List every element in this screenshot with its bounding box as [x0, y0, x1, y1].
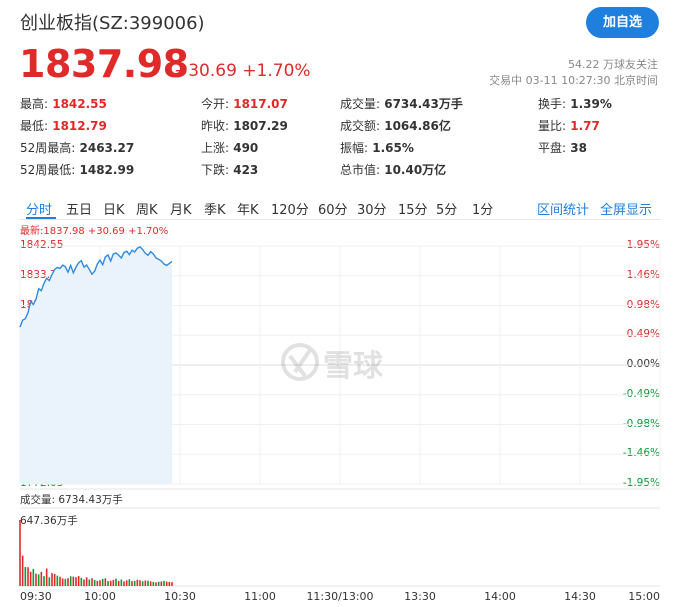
- volume-bar: [75, 577, 77, 586]
- volume-bar: [72, 576, 75, 586]
- svg-text:雪球: 雪球: [323, 349, 384, 384]
- volume-bar: [144, 580, 147, 586]
- volume-bar: [117, 580, 120, 586]
- volume-bar: [171, 582, 173, 586]
- volume-bar: [109, 580, 112, 586]
- x-tick: 15:00: [628, 590, 660, 603]
- x-tick: 09:30: [20, 590, 52, 603]
- volume-bar: [19, 520, 21, 586]
- volume-bar: [157, 581, 160, 586]
- volume-bar: [107, 581, 109, 586]
- volume-label: 成交量: 6734.43万手: [20, 494, 123, 506]
- volume-bar: [93, 580, 96, 586]
- volume-bar: [104, 578, 107, 586]
- volume-bar: [96, 580, 99, 586]
- volume-bar: [152, 581, 155, 586]
- volume-bar: [40, 571, 43, 586]
- volume-bar: [61, 578, 64, 586]
- x-tick: 14:00: [484, 590, 516, 603]
- volume-bar: [160, 581, 163, 586]
- volume-bar: [85, 577, 88, 586]
- x-tick: 14:30: [564, 590, 596, 603]
- volume-bar: [128, 579, 131, 586]
- volume-bar: [163, 580, 165, 586]
- volume-bar: [141, 581, 144, 586]
- intraday-chart: 雪球: [19, 245, 661, 587]
- xueqiu-watermark: 雪球: [281, 343, 384, 384]
- volume-bar: [136, 579, 139, 586]
- volume-bar: [88, 579, 91, 586]
- price-area-fill: [20, 246, 172, 484]
- volume-bar: [64, 578, 67, 586]
- volume-bar: [27, 567, 29, 586]
- volume-bar: [53, 573, 56, 586]
- volume-bar: [165, 581, 168, 586]
- volume-bar: [67, 578, 69, 586]
- x-tick: 11:30/13:00: [306, 590, 374, 603]
- volume-bar: [83, 579, 85, 586]
- volume-bar: [21, 555, 24, 586]
- volume-bar: [51, 573, 53, 586]
- volume-bar: [69, 576, 72, 586]
- volume-bar: [77, 576, 80, 586]
- x-tick: 10:30: [164, 590, 196, 603]
- volume-bar: [120, 579, 123, 586]
- volume-bar: [133, 580, 136, 586]
- volume-bar: [99, 580, 101, 586]
- volume-max-label: 647.36万手: [20, 515, 78, 527]
- volume-bar: [168, 581, 171, 586]
- volume-bar: [115, 578, 117, 586]
- volume-bar: [56, 575, 59, 586]
- volume-bar: [112, 579, 115, 586]
- volume-bar: [48, 577, 51, 586]
- volume-bar: [139, 580, 141, 586]
- volume-bar: [32, 568, 35, 586]
- volume-bar: [147, 580, 149, 586]
- x-tick: 11:00: [244, 590, 276, 603]
- volume-bar: [80, 577, 83, 586]
- volume-bar: [45, 568, 48, 586]
- volume-bar: [43, 576, 45, 586]
- volume-bar: [125, 580, 128, 586]
- volume-bar: [59, 576, 61, 586]
- volume-bar: [131, 581, 133, 586]
- x-tick: 10:00: [84, 590, 116, 603]
- volume-bar: [101, 578, 104, 586]
- volume-bar: [155, 582, 157, 586]
- x-tick: 13:30: [404, 590, 436, 603]
- volume-bar: [91, 578, 93, 586]
- volume-bar: [29, 571, 32, 586]
- volume-bar: [149, 581, 152, 586]
- volume-bar: [35, 573, 37, 586]
- volume-bar: [24, 567, 27, 586]
- volume-bar: [123, 581, 125, 586]
- volume-bar: [37, 574, 40, 586]
